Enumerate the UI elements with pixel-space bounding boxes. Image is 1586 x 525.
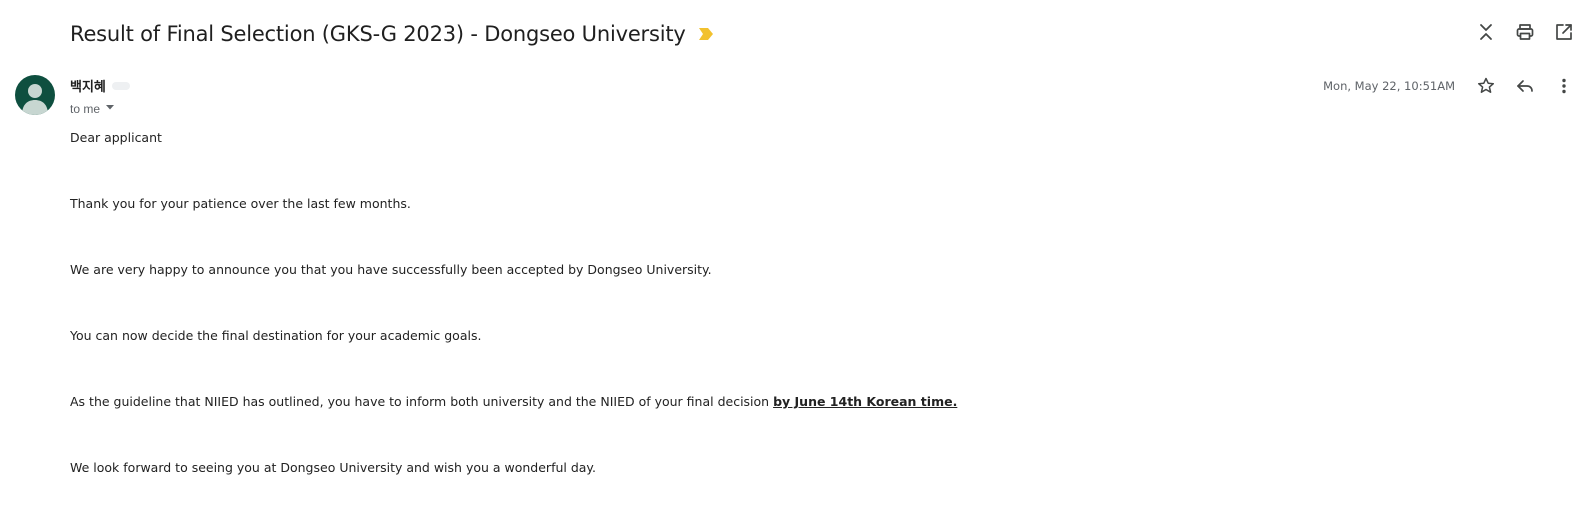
star-icon[interactable] <box>1474 74 1498 98</box>
body-paragraph: You can now decide the final destination… <box>70 328 482 343</box>
email-subject: Result of Final Selection (GKS-G 2023) -… <box>70 22 686 46</box>
body-paragraph: We are very happy to announce you that y… <box>70 262 712 277</box>
sender-address-redacted <box>111 81 130 90</box>
thread-actions <box>1474 20 1576 44</box>
collapse-all-icon[interactable] <box>1474 20 1498 44</box>
chevron-down-icon <box>104 101 116 116</box>
sender-avatar[interactable] <box>15 75 55 115</box>
sender-block: 백지혜 to me <box>70 76 130 116</box>
print-icon[interactable] <box>1513 20 1537 44</box>
recipient-label: to me <box>70 101 101 116</box>
greeting: Dear applicant <box>70 130 162 145</box>
email-subject-row: Result of Final Selection (GKS-G 2023) -… <box>70 18 1586 50</box>
deadline-text: by June 14th Korean time. <box>773 394 958 409</box>
reply-icon[interactable] <box>1513 74 1537 98</box>
open-in-new-window-icon[interactable] <box>1552 20 1576 44</box>
deadline-paragraph: As the guideline that NIIED has outlined… <box>70 393 1550 410</box>
body-paragraph: Thank you for your patience over the las… <box>70 196 411 211</box>
importance-marker-icon[interactable] <box>698 27 714 41</box>
deadline-paragraph-text: As the guideline that NIIED has outlined… <box>70 394 774 409</box>
closing-paragraph: We look forward to seeing you at Dongseo… <box>70 460 597 475</box>
sender-name[interactable]: 백지혜 <box>70 76 106 95</box>
recipient-details-toggle[interactable]: to me <box>70 101 130 116</box>
message-meta: Mon, May 22, 10:51AM <box>1323 74 1576 98</box>
message-date: Mon, May 22, 10:51AM <box>1323 79 1455 93</box>
more-options-icon[interactable] <box>1552 74 1576 98</box>
email-body: Dear applicant Thank you for your patien… <box>70 129 1550 525</box>
